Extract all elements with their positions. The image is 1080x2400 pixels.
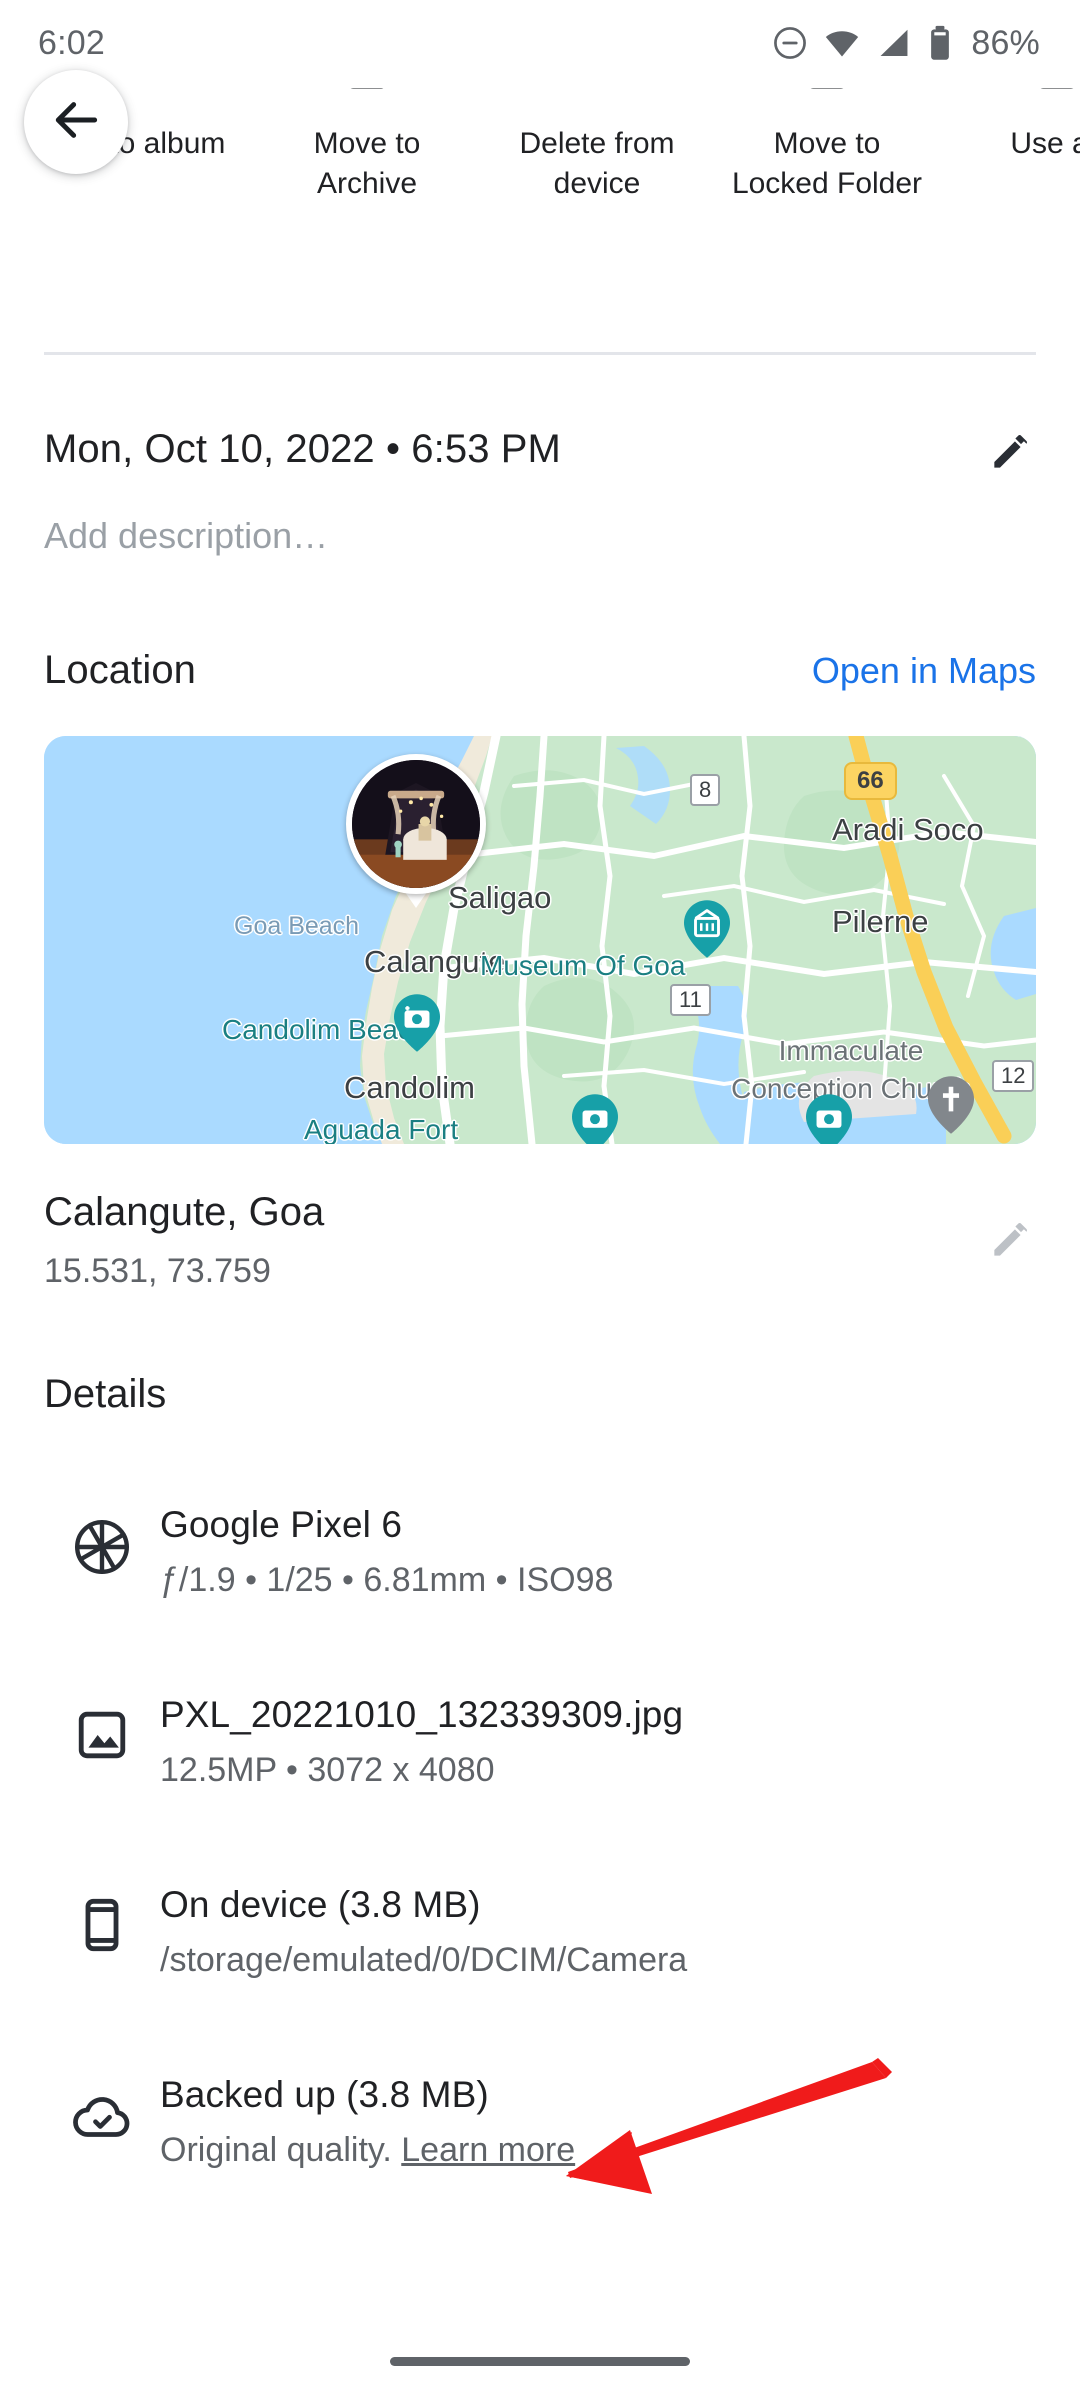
action-move-to-archive[interactable]: Move to Archive xyxy=(252,88,482,204)
place-coordinates: 15.531, 73.759 xyxy=(44,1252,271,1290)
learn-more-link[interactable]: Learn more xyxy=(401,2131,575,2169)
photo-details-screen: 6:02 86% Add to album Move to Archive De… xyxy=(0,0,1080,2400)
pencil-icon[interactable] xyxy=(986,426,1036,481)
home-gesture-bar[interactable] xyxy=(390,2357,690,2366)
action-label: Move to Locked Folder xyxy=(731,127,923,200)
action-use-as[interactable]: Use as xyxy=(942,88,1080,164)
add-description-field[interactable]: Add description… xyxy=(44,512,328,560)
detail-primary: On device (3.8 MB) xyxy=(160,1884,481,1925)
photo-action-bar[interactable]: Add to album Move to Archive Delete from… xyxy=(0,88,1080,298)
photo-thumbnail xyxy=(352,760,480,888)
detail-secondary: Original quality. Learn more xyxy=(160,2126,575,2174)
battery-icon xyxy=(927,24,953,62)
photo-date: Mon, Oct 10, 2022 • 6:53 PM xyxy=(44,427,561,471)
detail-primary: Backed up (3.8 MB) xyxy=(160,2074,489,2115)
detail-row-backed-up[interactable]: Backed up (3.8 MB) Original quality. Lea… xyxy=(44,2070,1036,2174)
map-label-pilerne: Pilerne xyxy=(832,904,929,939)
map-highway-shield-66: 66 xyxy=(844,762,897,800)
detail-text-group: PXL_20221010_132339309.jpg 12.5MP • 3072… xyxy=(160,1690,683,1794)
map-route-shield-11: 11 xyxy=(670,984,711,1016)
detail-primary: Google Pixel 6 xyxy=(160,1504,403,1545)
location-title: Location xyxy=(44,648,197,692)
detail-secondary: /storage/emulated/0/DCIM/Camera xyxy=(160,1941,688,1979)
location-header: Location Open in Maps xyxy=(44,648,1036,693)
detail-row-camera[interactable]: Google Pixel 6 ƒ/1.9 • 1/25 • 6.81mm • I… xyxy=(44,1500,1036,1604)
camera-aperture-icon xyxy=(44,1500,160,1578)
map-label-goa-beach: Goa Beach xyxy=(234,912,360,940)
cloud-done-icon xyxy=(44,2070,160,2146)
detail-primary: PXL_20221010_132339309.jpg xyxy=(160,1694,684,1735)
place-row[interactable]: Calangute, Goa 15.531, 73.759 xyxy=(44,1186,1036,1294)
action-label: Use as xyxy=(1010,127,1080,160)
map-label-aradi-soco: Aradi Soco xyxy=(832,812,984,847)
action-label: Move to Archive xyxy=(313,127,421,200)
section-divider xyxy=(44,352,1036,355)
detail-secondary: 12.5MP • 3072 x 4080 xyxy=(160,1751,495,1789)
wifi-icon xyxy=(823,24,861,62)
dnd-icon xyxy=(771,24,809,62)
detail-row-file[interactable]: PXL_20221010_132339309.jpg 12.5MP • 3072… xyxy=(44,1690,1036,1794)
locked-folder-icon xyxy=(798,88,856,98)
photo-action-bar-scroller[interactable]: Add to album Move to Archive Delete from… xyxy=(0,88,1080,204)
detail-text-group: On device (3.8 MB) /storage/emulated/0/D… xyxy=(160,1880,687,1984)
delete-from-device-icon xyxy=(568,88,626,98)
photo-poi-pin-icon[interactable] xyxy=(572,1094,618,1144)
marker-ring xyxy=(346,754,486,894)
church-pin-icon[interactable] xyxy=(928,1076,974,1134)
action-label: Delete from device xyxy=(519,127,675,200)
detail-row-on-device[interactable]: On device (3.8 MB) /storage/emulated/0/D… xyxy=(44,1880,1036,1984)
map-label-candolim: Candolim xyxy=(344,1070,475,1105)
back-button[interactable] xyxy=(24,70,128,174)
place-info: Calangute, Goa 15.531, 73.759 xyxy=(44,1186,324,1294)
backup-quality-text: Original quality. xyxy=(160,2131,392,2169)
detail-text-group: Backed up (3.8 MB) Original quality. Lea… xyxy=(160,2070,575,2174)
detail-secondary: ƒ/1.9 • 1/25 • 6.81mm • ISO98 xyxy=(160,1561,614,1599)
details-title: Details xyxy=(44,1372,167,1416)
map-label-museum-of-goa: Museum Of Goa xyxy=(480,950,686,981)
back-arrow-icon xyxy=(48,92,104,153)
status-icon-group: 86% xyxy=(771,24,1040,63)
detail-text-group: Google Pixel 6 ƒ/1.9 • 1/25 • 6.81mm • I… xyxy=(160,1500,613,1604)
action-move-to-locked-folder[interactable]: Move to Locked Folder xyxy=(712,88,942,204)
photo-location-marker[interactable] xyxy=(346,754,486,908)
photo-poi-pin-icon[interactable] xyxy=(394,994,440,1052)
map-route-shield-8: 8 xyxy=(690,774,721,806)
map-route-shield-12: 12 xyxy=(992,1060,1035,1092)
museum-pin-icon[interactable] xyxy=(684,900,730,958)
archive-icon xyxy=(338,88,396,98)
pencil-icon[interactable] xyxy=(986,1214,1036,1269)
status-time: 6:02 xyxy=(38,23,105,62)
location-map[interactable]: Goa Beach Saligao Calangute Aradi Soco M… xyxy=(44,736,1036,1144)
map-label-aguada-fort: Aguada Fort xyxy=(304,1114,459,1144)
date-row[interactable]: Mon, Oct 10, 2022 • 6:53 PM xyxy=(44,424,1036,481)
action-delete-from-device[interactable]: Delete from device xyxy=(482,88,712,204)
place-name: Calangute, Goa xyxy=(44,1190,325,1234)
open-in-maps-link[interactable]: Open in Maps xyxy=(812,650,1036,692)
phone-icon xyxy=(44,1880,160,1954)
status-bar: 6:02 86% xyxy=(0,0,1080,86)
image-icon xyxy=(44,1690,160,1764)
photo-poi-pin-icon[interactable] xyxy=(806,1094,852,1144)
signal-icon xyxy=(875,24,913,62)
battery-percent: 86% xyxy=(971,23,1040,62)
use-as-icon xyxy=(1028,88,1080,98)
